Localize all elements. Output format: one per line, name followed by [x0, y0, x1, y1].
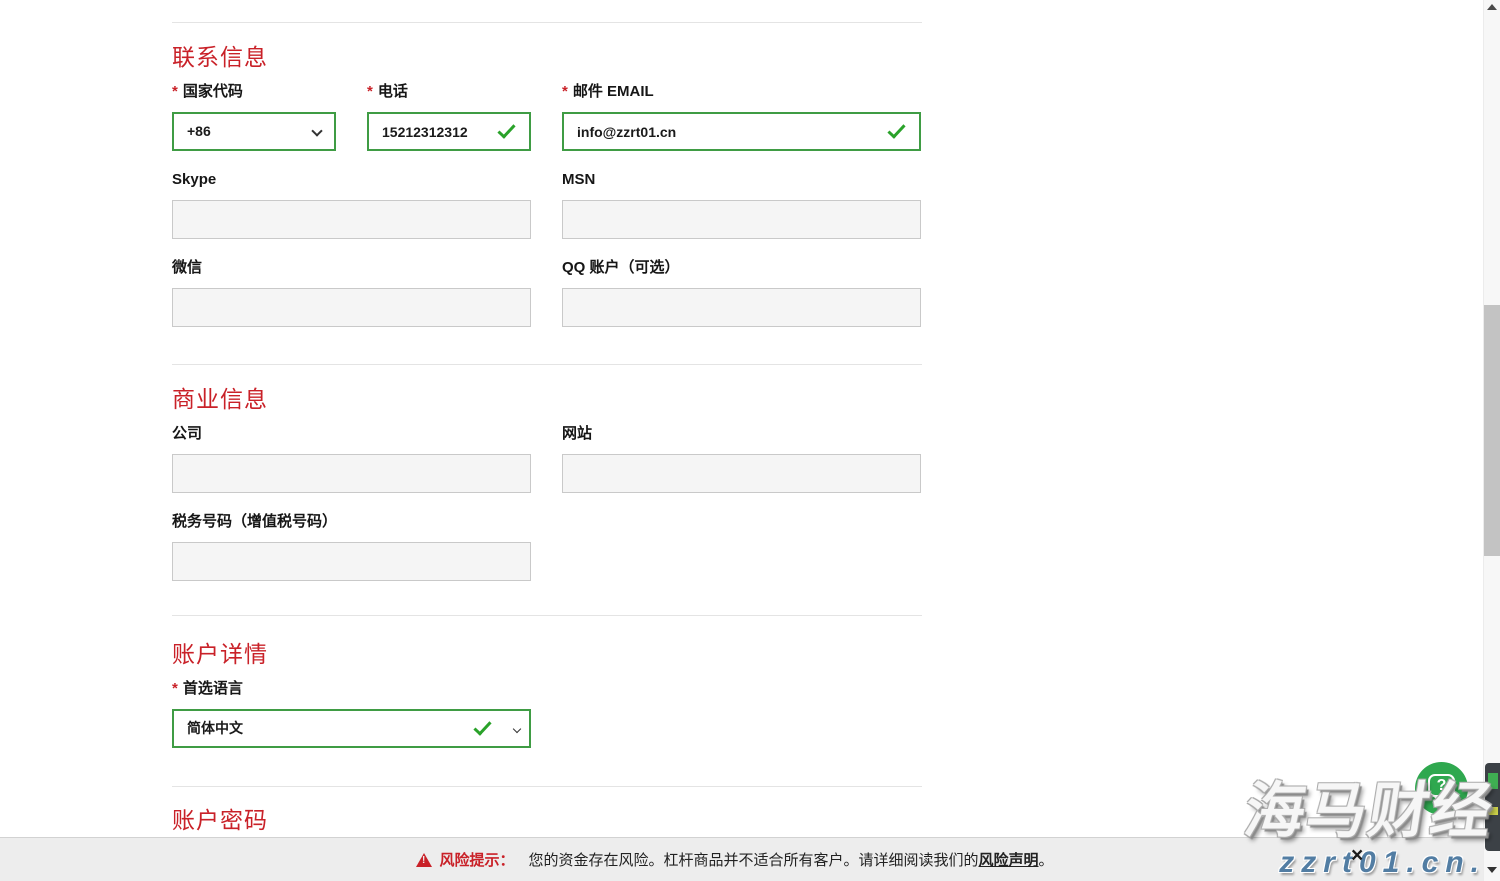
company-label: 公司 — [172, 425, 531, 443]
country-code-label: *国家代码 — [172, 83, 336, 101]
skype-field: Skype — [172, 171, 531, 239]
scrollbar-thumb[interactable] — [1484, 305, 1500, 556]
password-section-title: 账户密码 — [172, 808, 922, 832]
account-row-1: *首选语言 简体中文 — [172, 680, 922, 748]
account-section-title: 账户详情 — [172, 642, 922, 666]
warning-triangle-icon — [416, 853, 432, 867]
tax-number-field: 税务号码（增值税号码） — [172, 513, 531, 581]
website-field: 网站 — [562, 425, 921, 493]
risk-warning-text: 您的资金存在风险。杠杆商品并不适合所有客户。请详细阅读我们的风险声明。 — [528, 849, 1053, 870]
qq-input[interactable] — [563, 289, 920, 326]
phone-screen-detail — [1488, 773, 1498, 789]
section-divider — [172, 615, 922, 616]
msn-input-box — [562, 200, 921, 239]
language-select[interactable]: 简体中文 — [172, 709, 531, 748]
msn-field: MSN — [562, 171, 921, 239]
business-section-title: 商业信息 — [172, 387, 922, 411]
section-divider — [172, 364, 922, 365]
risk-warning-content: 风险提示： 您的资金存在风险。杠杆商品并不适合所有客户。请详细阅读我们的风险声明… — [416, 849, 1053, 870]
wechat-input-box — [172, 288, 531, 327]
required-mark: * — [562, 83, 568, 100]
website-label: 网站 — [562, 425, 921, 443]
contact-row-2: Skype MSN — [172, 171, 922, 239]
close-icon[interactable]: × — [1351, 845, 1363, 866]
risk-statement-link[interactable]: 风险声明 — [979, 852, 1039, 869]
msn-input[interactable] — [563, 201, 920, 238]
email-label: *邮件 EMAIL — [562, 83, 921, 101]
contact-row-3: 微信 QQ 账户（可选） — [172, 259, 922, 327]
contact-row-1: *国家代码 +86 *电话 *邮件 EMAIL — [172, 83, 922, 151]
msn-label: MSN — [562, 171, 921, 189]
skype-input[interactable] — [173, 201, 530, 238]
risk-warning-label: 风险提示： — [439, 849, 514, 870]
phone-label: *电话 — [367, 83, 531, 101]
tax-number-label: 税务号码（增值税号码） — [172, 513, 531, 531]
email-field: *邮件 EMAIL — [562, 83, 921, 151]
language-field: *首选语言 简体中文 — [172, 680, 531, 748]
country-code-value: +86 — [174, 114, 334, 149]
required-mark: * — [172, 83, 178, 100]
risk-warning-bar: 风险提示： 您的资金存在风险。杠杆商品并不适合所有客户。请详细阅读我们的风险声明… — [0, 837, 1500, 881]
phone-input-box — [367, 112, 531, 151]
required-mark: * — [172, 680, 178, 697]
website-input[interactable] — [563, 455, 920, 492]
phone-screen-detail — [1488, 807, 1498, 815]
company-input[interactable] — [173, 455, 530, 492]
wechat-field: 微信 — [172, 259, 531, 327]
email-input-box — [562, 112, 921, 151]
qq-field: QQ 账户（可选） — [562, 259, 921, 327]
language-label: *首选语言 — [172, 680, 531, 698]
required-mark: * — [367, 83, 373, 100]
qq-input-box — [562, 288, 921, 327]
website-input-box — [562, 454, 921, 493]
country-code-select[interactable]: +86 — [172, 112, 336, 151]
business-row-2: 税务号码（增值税号码） — [172, 513, 922, 581]
business-row-1: 公司 网站 — [172, 425, 922, 493]
email-input[interactable] — [564, 114, 919, 149]
section-divider — [172, 786, 922, 787]
tax-number-input[interactable] — [173, 543, 530, 580]
skype-input-box — [172, 200, 531, 239]
company-input-box — [172, 454, 531, 493]
question-mark-icon: ? — [1437, 778, 1447, 794]
wechat-label: 微信 — [172, 259, 531, 277]
country-code-field: *国家代码 +86 — [172, 83, 336, 151]
contact-section-title: 联系信息 — [172, 45, 922, 69]
skype-label: Skype — [172, 171, 531, 189]
scroll-up-arrow-icon[interactable] — [1487, 4, 1497, 10]
scroll-down-arrow-icon[interactable] — [1487, 867, 1497, 873]
phone-graphic — [1485, 763, 1500, 851]
live-chat-button[interactable]: ? — [1415, 762, 1468, 815]
vertical-scrollbar[interactable] — [1483, 0, 1500, 881]
registration-form: 联系信息 *国家代码 +86 *电话 *邮件 EMAIL — [172, 22, 922, 832]
chat-bubble-icon: ? — [1428, 774, 1455, 797]
qq-label: QQ 账户（可选） — [562, 259, 921, 277]
wechat-input[interactable] — [173, 289, 530, 326]
tax-number-input-box — [172, 542, 531, 581]
phone-field: *电话 — [367, 83, 531, 151]
company-field: 公司 — [172, 425, 531, 493]
section-divider — [172, 22, 922, 23]
